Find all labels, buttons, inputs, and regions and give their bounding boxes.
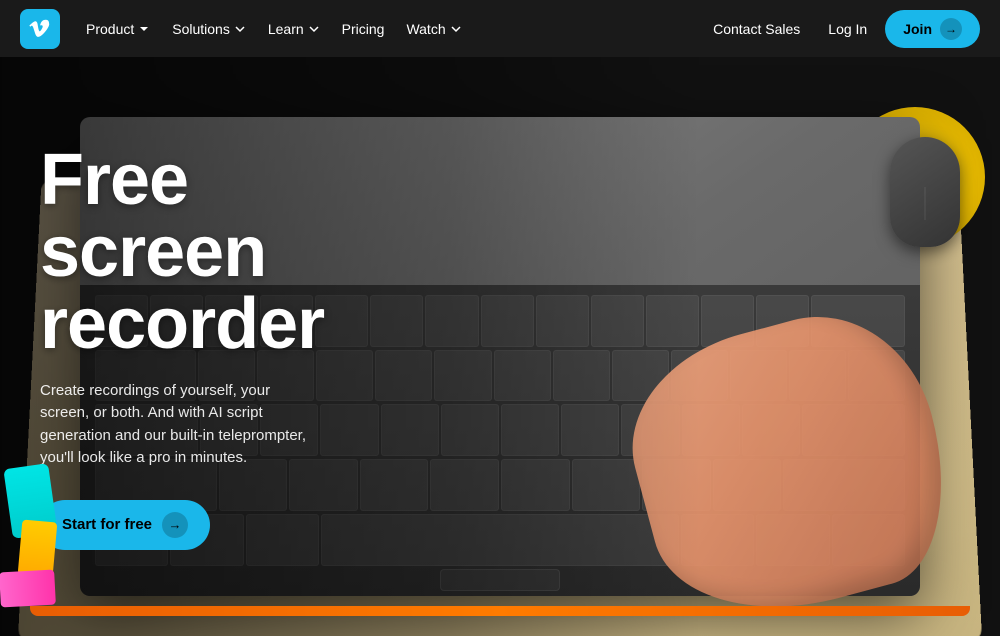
chevron-down-icon [138,23,150,35]
nav-item-product[interactable]: Product [76,15,160,43]
cta-arrow-icon: → [162,512,188,538]
chevron-down-icon [450,23,462,35]
nav-right-items: Contact Sales Log In Join → [703,10,980,48]
nav-item-pricing[interactable]: Pricing [332,15,395,43]
hero-section: Free screen recorder Create recordings o… [0,57,1000,636]
join-arrow-icon: → [940,18,962,40]
contact-sales-link[interactable]: Contact Sales [703,15,810,43]
nav-left-items: Product Solutions Learn Pricing Watch [76,15,699,43]
desk-edge [30,606,970,616]
navbar: Product Solutions Learn Pricing Watch Co… [0,0,1000,57]
yellow-object [18,520,58,578]
nav-item-learn[interactable]: Learn [258,15,330,43]
vimeo-logo[interactable] [20,9,60,49]
pink-object [0,570,56,608]
hero-content: Free screen recorder Create recordings o… [0,57,420,636]
log-in-link[interactable]: Log In [818,15,877,43]
hero-title: Free screen recorder [40,144,390,360]
join-button[interactable]: Join → [885,10,980,48]
hero-subtitle: Create recordings of yourself, your scre… [40,380,320,470]
chevron-down-icon [234,23,246,35]
nav-item-solutions[interactable]: Solutions [162,15,256,43]
start-for-free-button[interactable]: Start for free → [40,500,210,550]
chevron-down-icon [308,23,320,35]
nav-item-watch[interactable]: Watch [396,15,471,43]
